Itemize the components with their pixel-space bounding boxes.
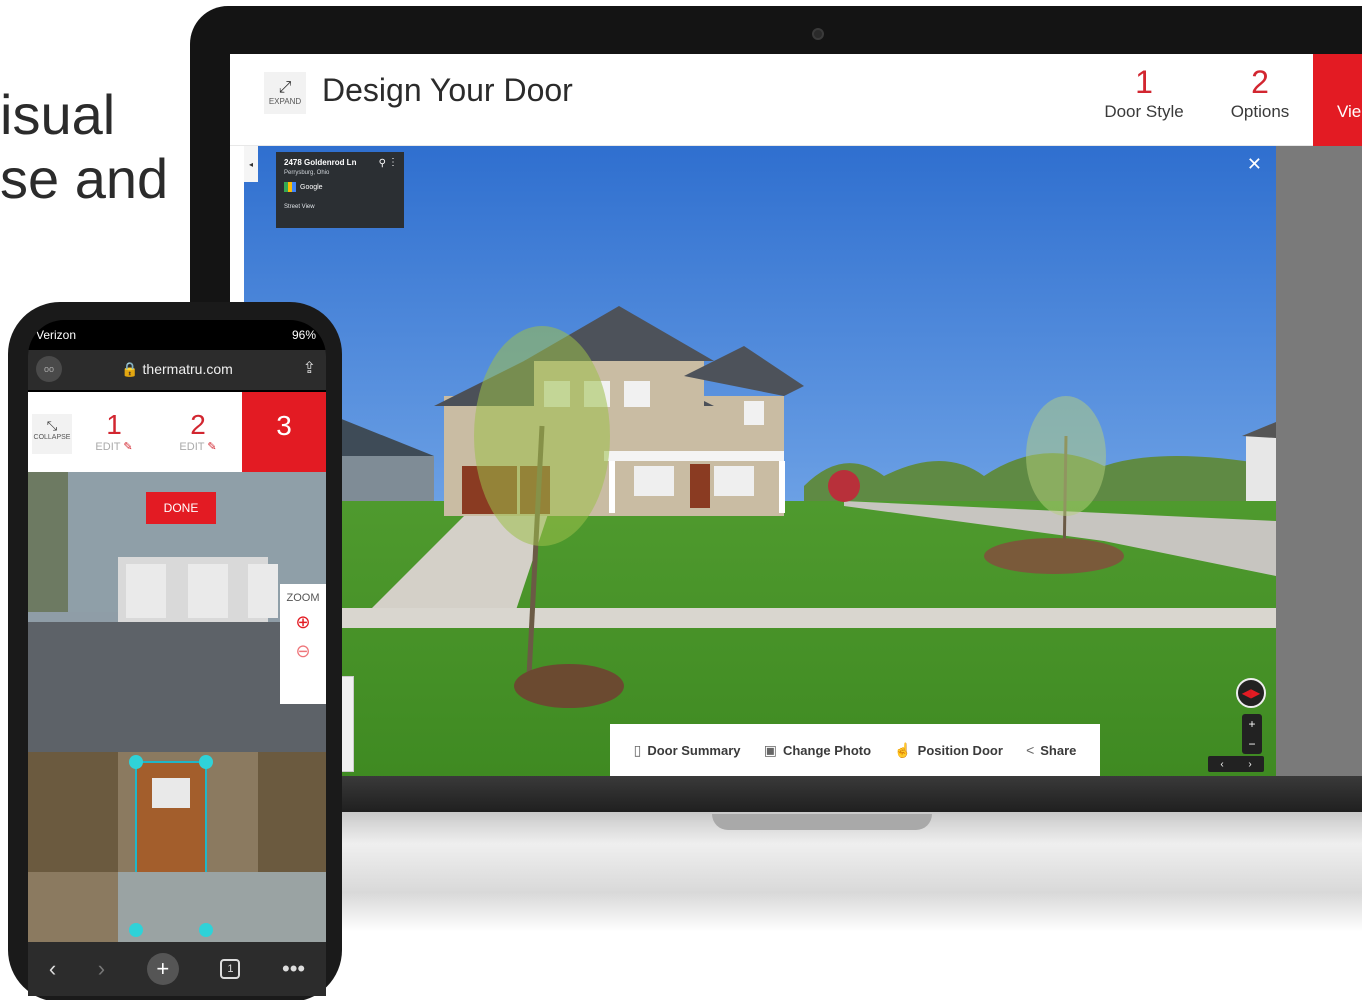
door-summary-icon: ▯ [633, 741, 642, 758]
pencil-icon: ✎ [123, 441, 133, 453]
battery-label: 96% [291, 328, 316, 342]
phone-step-bar: ⤡ COLLAPSE 1 EDIT ✎ 2 EDIT ✎ 3 [28, 392, 326, 472]
share-icon: < [1026, 742, 1035, 758]
expand-icon: ⤢ [278, 78, 292, 96]
google-brand: Google [284, 182, 396, 192]
zoom-control[interactable]: + − [1242, 714, 1262, 754]
zoom-in-icon[interactable]: ⊕ [280, 612, 326, 633]
tool-label: Position Door [917, 742, 1003, 758]
pin-icon[interactable]: ⚲ [379, 158, 386, 169]
tool-label: Share [1040, 742, 1077, 758]
edit-text: EDIT [95, 441, 121, 453]
url-value: thermatru.com [142, 361, 233, 377]
app-header: ⤢ EXPAND Design Your Door 1 Door Style 2… [230, 54, 1362, 146]
headline-line-2: se and [0, 147, 169, 210]
browser-url-bar[interactable]: oo 🔒 thermatru.com ⇪ [28, 350, 326, 390]
step-options[interactable]: 2 Options [1226, 64, 1294, 122]
phone-step-3[interactable]: 3 [242, 392, 326, 472]
step-number: 2 [190, 409, 206, 440]
browser-nav-bar: ‹ › + 1 ••• [28, 942, 326, 996]
right-panel [1276, 146, 1362, 776]
step-label: Door Style [1104, 102, 1184, 121]
step-door-style[interactable]: 1 Door Style [1102, 64, 1186, 122]
position-door-button[interactable]: ☝ Position Door [894, 742, 1003, 759]
change-photo-button[interactable]: ▣ Change Photo [764, 742, 871, 759]
forward-icon[interactable]: › [98, 956, 105, 982]
step-number: 1 [1135, 64, 1153, 100]
change-photo-icon: ▣ [763, 741, 777, 758]
url-text: 🔒 thermatru.com [28, 361, 326, 378]
headline-line-1: isual [0, 83, 116, 146]
share-icon[interactable]: ⇪ [303, 358, 316, 378]
pan-left-icon[interactable]: ‹ [1220, 759, 1223, 770]
google-maps-icon [284, 182, 296, 192]
map-tab[interactable] [340, 676, 354, 772]
edit-text: EDIT [179, 441, 205, 453]
collapse-button[interactable]: ⤡ COLLAPSE [32, 414, 72, 454]
laptop-hinge [330, 776, 1362, 814]
page-title: Design Your Door [322, 72, 573, 108]
tool-label: Change Photo [782, 742, 872, 758]
laptop-screen: ⤢ EXPAND Design Your Door 1 Door Style 2… [230, 54, 1362, 776]
photo-toolbar: ▯ Door Summary ▣ Change Photo ☝ Position Do… [610, 724, 1100, 776]
pan-control[interactable]: ‹ › [1208, 756, 1264, 772]
done-button[interactable]: DONE [146, 492, 216, 524]
phone-notch [124, 320, 284, 346]
collapse-label: COLLAPSE [33, 434, 71, 441]
tool-label: Door Summary [647, 742, 741, 758]
laptop-shadow [330, 892, 1362, 932]
tabs-count[interactable]: 1 [220, 959, 241, 979]
sidebar-toggle[interactable]: ◂ [244, 146, 258, 182]
collapse-icon: ⤡ [46, 418, 58, 433]
step-number: 2 [1251, 64, 1269, 100]
more-options-icon[interactable]: ⋮ [388, 157, 398, 168]
expand-button[interactable]: ⤢ EXPAND [264, 72, 306, 114]
door-summary-button[interactable]: ▯ Door Summary [634, 742, 741, 759]
view-button[interactable]: Vie [1313, 54, 1362, 146]
house-photo [244, 146, 1276, 776]
zoom-label: ZOOM [286, 592, 320, 604]
street-view-label: Street View [284, 204, 315, 210]
laptop-camera [812, 28, 824, 40]
zoom-out-icon[interactable]: ⊖ [280, 641, 326, 662]
zoom-out-icon[interactable]: − [1242, 734, 1262, 754]
compass-icon[interactable]: ◀▶ [1236, 678, 1266, 708]
step-number: 1 [106, 409, 122, 440]
laptop-lid-notch [712, 814, 932, 830]
new-tab-icon[interactable]: + [146, 953, 179, 985]
location-city: Perrysburg, Ohio [284, 170, 330, 176]
phone-screen: Verizon 96% oo 🔒 thermatru.com ⇪ ⤡ COLLA… [28, 320, 326, 996]
edit-label: EDIT ✎ [178, 440, 218, 453]
google-label: Google [300, 183, 323, 191]
zoom-in-icon[interactable]: + [1242, 714, 1262, 734]
pan-right-icon[interactable]: › [1248, 759, 1251, 770]
step-label: Options [1230, 102, 1290, 121]
location-card: 2478 Goldenrod Ln Perrysburg, Ohio Googl… [276, 152, 404, 228]
share-button[interactable]: < Share [1026, 742, 1076, 758]
pencil-icon: ✎ [207, 441, 217, 453]
back-icon[interactable]: ‹ [49, 956, 56, 982]
position-door-icon: ☝ [894, 741, 912, 758]
phone-step-2[interactable]: 2 EDIT ✎ [178, 409, 218, 454]
expand-label: EXPAND [268, 96, 302, 106]
more-icon[interactable]: ••• [282, 956, 305, 982]
lock-icon: 🔒 [121, 361, 139, 377]
zoom-panel: ZOOM ⊕ ⊖ [280, 584, 326, 704]
close-icon[interactable]: ✕ [1247, 154, 1262, 175]
phone-step-1[interactable]: 1 EDIT ✎ [94, 409, 134, 454]
edit-label: EDIT ✎ [94, 440, 134, 453]
house-closeup [28, 472, 326, 942]
phone-house-photo[interactable]: DONE ZOOM ⊕ ⊖ [28, 472, 326, 942]
carrier-label: Verizon [36, 328, 77, 342]
street-view-panorama[interactable]: ◂ 2478 Goldenrod Ln Perrysburg, Ohio Goo… [244, 146, 1276, 776]
